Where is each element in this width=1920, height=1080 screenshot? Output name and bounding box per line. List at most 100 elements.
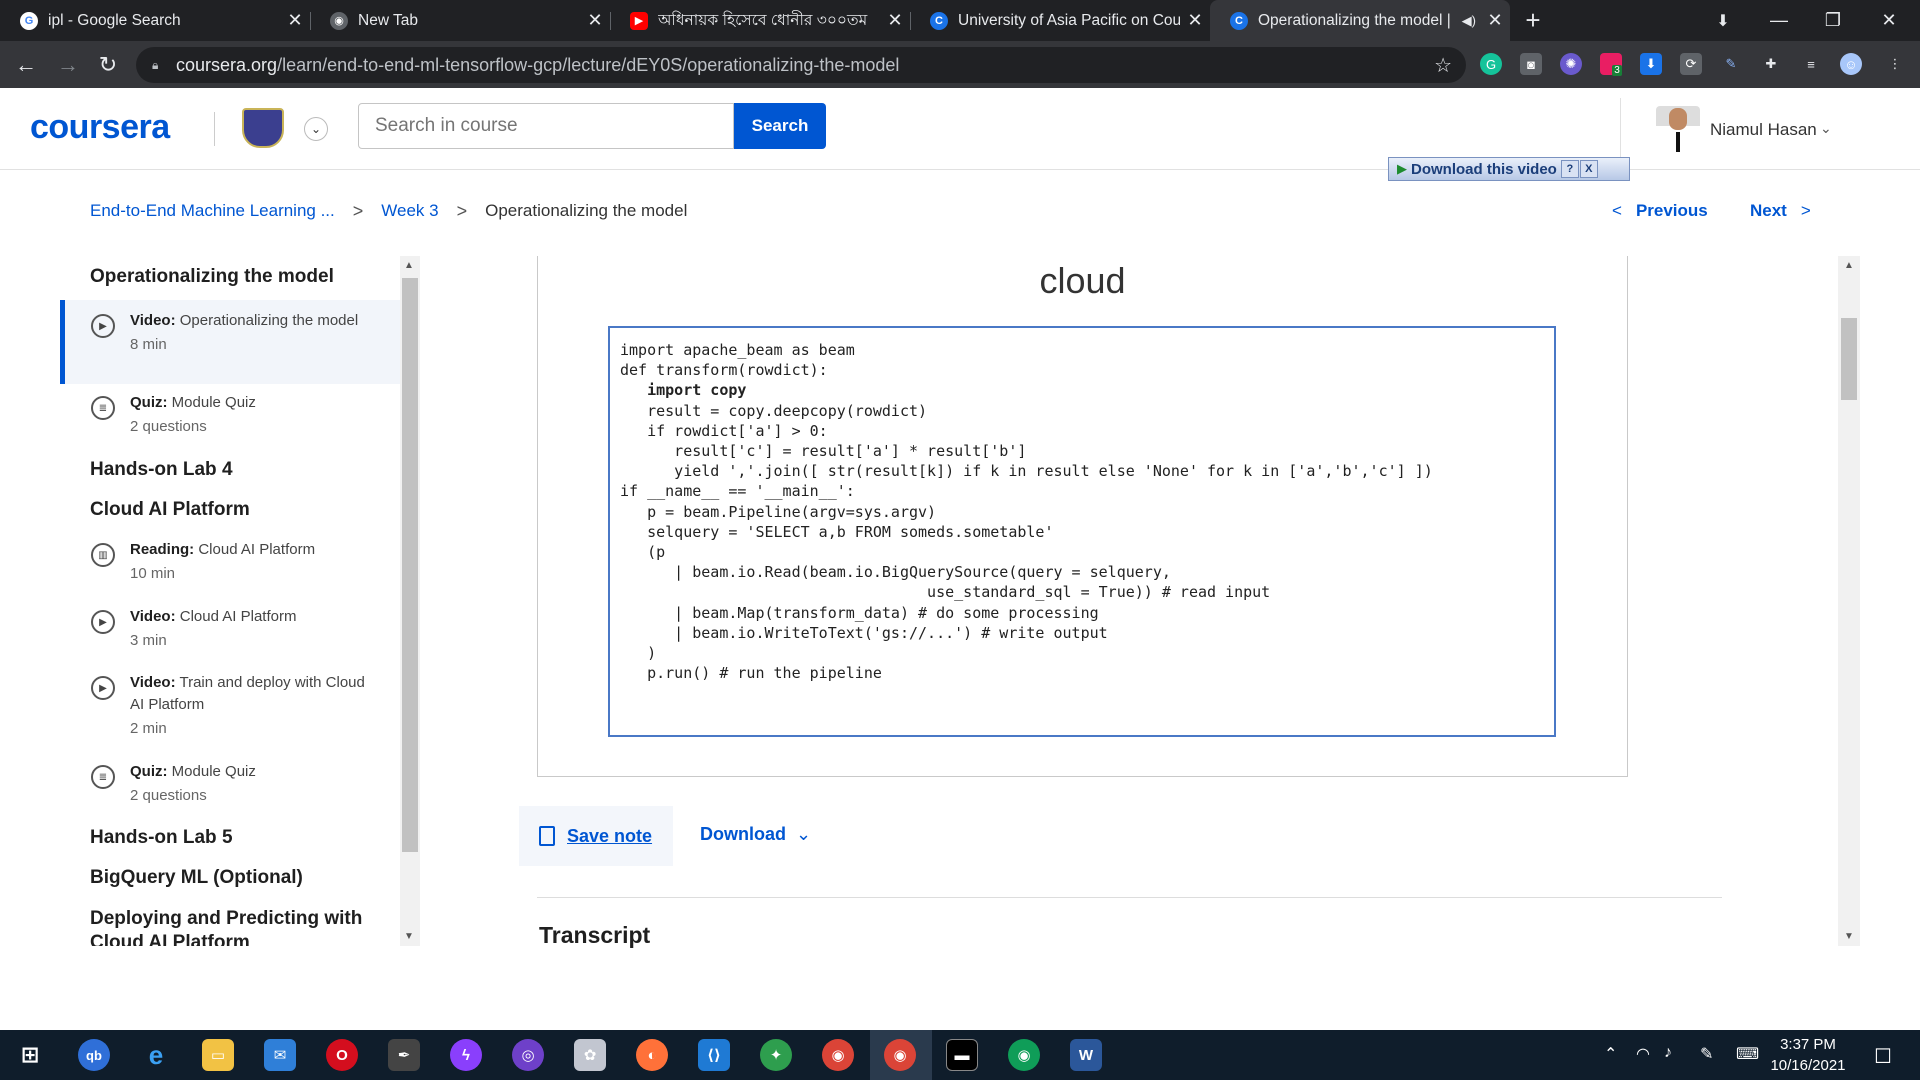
chrome-active-icon[interactable]: ◉: [884, 1039, 916, 1071]
volume-icon[interactable]: ♪: [1664, 1044, 1672, 1062]
sidebar-item-video[interactable]: ▶ Video: Cloud AI Platform 3 min: [60, 606, 400, 658]
bookmark-star-icon[interactable]: ☆: [1434, 53, 1452, 78]
search-button[interactable]: Search: [734, 103, 826, 149]
page-scrollbar[interactable]: ▲ ▼: [1838, 256, 1860, 946]
breadcrumb-course[interactable]: End-to-End Machine Learning ...: [90, 201, 335, 221]
close-icon[interactable]: X: [1579, 160, 1598, 178]
breadcrumb-week[interactable]: Week 3: [381, 201, 438, 221]
slide-title: cloud: [1039, 260, 1126, 301]
minimize-icon[interactable]: —: [1756, 0, 1802, 41]
browser-tab[interactable]: ◉ New Tab ✕: [310, 0, 610, 41]
download-extension-icon[interactable]: ⬇: [1640, 53, 1662, 75]
firefox-icon[interactable]: ◐: [636, 1039, 668, 1071]
address-bar[interactable]: 🔒︎ coursera.org/learn/end-to-end-ml-tens…: [136, 47, 1466, 83]
notifications-icon[interactable]: ☐: [1874, 1044, 1892, 1069]
window-close-icon[interactable]: ✕: [1866, 0, 1912, 41]
sidebar-item-text: Video: Operationalizing the model 8 min: [130, 312, 359, 353]
pen-tray-icon[interactable]: ✎: [1700, 1044, 1713, 1064]
sidebar-item-quiz[interactable]: ≣ Quiz: Module Quiz 2 questions: [60, 761, 400, 813]
wifi-icon[interactable]: ◠: [1636, 1044, 1650, 1064]
extension-badge-icon[interactable]: 3: [1600, 53, 1622, 76]
browser-tab[interactable]: G ipl - Google Search ✕: [0, 0, 310, 41]
sync-icon[interactable]: ⟳: [1680, 53, 1702, 75]
logo-divider: [214, 112, 215, 146]
restore-icon[interactable]: ❐: [1810, 0, 1856, 41]
close-tab-icon[interactable]: ✕: [580, 10, 610, 31]
reading-list-icon[interactable]: ≡: [1800, 53, 1822, 75]
sidebar-heading[interactable]: BigQuery ML (Optional): [90, 867, 303, 889]
inkscape-icon[interactable]: ✒: [388, 1039, 420, 1071]
user-name[interactable]: Niamul Hasan: [1710, 120, 1817, 140]
close-tab-icon[interactable]: ✕: [1480, 10, 1510, 31]
terminal-icon[interactable]: ▬: [946, 1039, 978, 1071]
previous-button[interactable]: < Previous: [1612, 201, 1708, 221]
sidebar-heading[interactable]: Hands-on Lab 4: [90, 459, 233, 481]
edge-icon[interactable]: e: [140, 1039, 172, 1071]
scrollbar-thumb[interactable]: [402, 278, 418, 852]
file-explorer-icon[interactable]: ▭: [202, 1039, 234, 1071]
clock[interactable]: 3:37 PM 10/16/2021: [1766, 1034, 1850, 1076]
new-tab-button[interactable]: +: [1510, 0, 1556, 41]
profile-avatar-icon[interactable]: ☺: [1840, 53, 1862, 75]
word-icon[interactable]: W: [1070, 1039, 1102, 1071]
institution-logo[interactable]: [242, 108, 284, 148]
forward-icon[interactable]: →: [52, 49, 84, 81]
scroll-up-icon[interactable]: ▲: [404, 260, 414, 271]
qbittorrent-icon[interactable]: qb: [78, 1039, 110, 1071]
avatar[interactable]: [1656, 106, 1700, 156]
chevron-down-icon[interactable]: ⌄: [1820, 120, 1832, 137]
download-button[interactable]: Download ⌄: [700, 824, 811, 845]
next-button[interactable]: Next >: [1750, 201, 1811, 221]
github-desktop-icon[interactable]: ◎: [512, 1039, 544, 1071]
grammarly-icon[interactable]: G: [1480, 53, 1502, 75]
browser-tab-active[interactable]: C Operationalizing the model | ◀) ✕: [1210, 0, 1510, 41]
app-icon[interactable]: ✦: [760, 1039, 792, 1071]
audio-muted-icon[interactable]: ◀): [1462, 13, 1476, 29]
video-player[interactable]: cloud import apache_beam as beam def tran…: [537, 256, 1628, 777]
tab-search-icon[interactable]: ⬇: [1700, 0, 1746, 41]
browser-menu-icon[interactable]: ⋮: [1884, 53, 1906, 75]
download-video-widget[interactable]: ▶ Download this video ? X: [1388, 157, 1630, 181]
search-input[interactable]: [358, 103, 734, 149]
chevron-up-icon[interactable]: ⌃: [1604, 1044, 1617, 1064]
messenger-icon[interactable]: ϟ: [450, 1039, 482, 1071]
sidebar-heading[interactable]: Cloud AI Platform: [90, 499, 250, 521]
scroll-up-icon[interactable]: ▲: [1844, 260, 1854, 271]
sidebar-item-video-current[interactable]: ▶ Video: Operationalizing the model 8 min: [60, 300, 400, 384]
scroll-down-icon[interactable]: ▼: [1844, 931, 1854, 942]
sidebar-item-video[interactable]: ▶ Video: Train and deploy with Cloud AI …: [60, 672, 400, 746]
back-icon[interactable]: ←: [10, 49, 42, 81]
opera-icon[interactable]: O: [326, 1039, 358, 1071]
browser-tab[interactable]: C University of Asia Pacific on Cour ✕: [910, 0, 1210, 41]
sidebar-heading[interactable]: Hands-on Lab 5: [90, 827, 233, 849]
browser-tab[interactable]: ▶ অধিনায়ক হিসেবে ধোনীর ৩০০তম ✕: [610, 0, 910, 41]
help-icon[interactable]: ?: [1560, 160, 1579, 178]
chrome-icon[interactable]: ◉: [822, 1039, 854, 1071]
close-tab-icon[interactable]: ✕: [280, 10, 310, 31]
scrollbar-thumb[interactable]: [1841, 318, 1857, 400]
sidebar-heading[interactable]: Deploying and Predicting with Cloud AI P…: [90, 907, 380, 946]
camera-icon[interactable]: ◙: [1520, 53, 1542, 75]
pen-icon[interactable]: ✎: [1720, 53, 1742, 75]
keyboard-icon[interactable]: ⌨: [1736, 1044, 1759, 1064]
extension-icon[interactable]: ✺: [1560, 53, 1582, 75]
chrome-profile-icon[interactable]: ◉: [1008, 1039, 1040, 1071]
krita-icon[interactable]: ✿: [574, 1039, 606, 1071]
windows-start-icon[interactable]: ⊞: [14, 1039, 46, 1071]
vscode-icon[interactable]: ⟨⟩: [698, 1039, 730, 1071]
code-line: use_standard_sql = True)) # read input: [620, 583, 1271, 602]
chevron-down-icon[interactable]: ⌄: [304, 117, 328, 141]
sidebar-scrollbar[interactable]: ▲ ▼: [400, 256, 420, 946]
close-tab-icon[interactable]: ✕: [1180, 10, 1210, 31]
extensions-puzzle-icon[interactable]: ✚: [1760, 53, 1782, 75]
sidebar-section-title[interactable]: Operationalizing the model: [90, 266, 334, 288]
scroll-down-icon[interactable]: ▼: [404, 931, 414, 942]
save-note-button[interactable]: Save note: [519, 806, 673, 866]
close-tab-icon[interactable]: ✕: [880, 10, 910, 31]
sidebar-item-reading[interactable]: ▥ Reading: Cloud AI Platform 10 min: [60, 539, 400, 591]
sidebar-item-quiz[interactable]: ≣ Quiz: Module Quiz 2 questions: [60, 392, 400, 444]
mail-icon[interactable]: ✉: [264, 1039, 296, 1071]
coursera-logo[interactable]: coursera: [30, 108, 170, 147]
reload-icon[interactable]: ↻: [92, 49, 124, 81]
extension-badge: 3: [1612, 64, 1622, 76]
